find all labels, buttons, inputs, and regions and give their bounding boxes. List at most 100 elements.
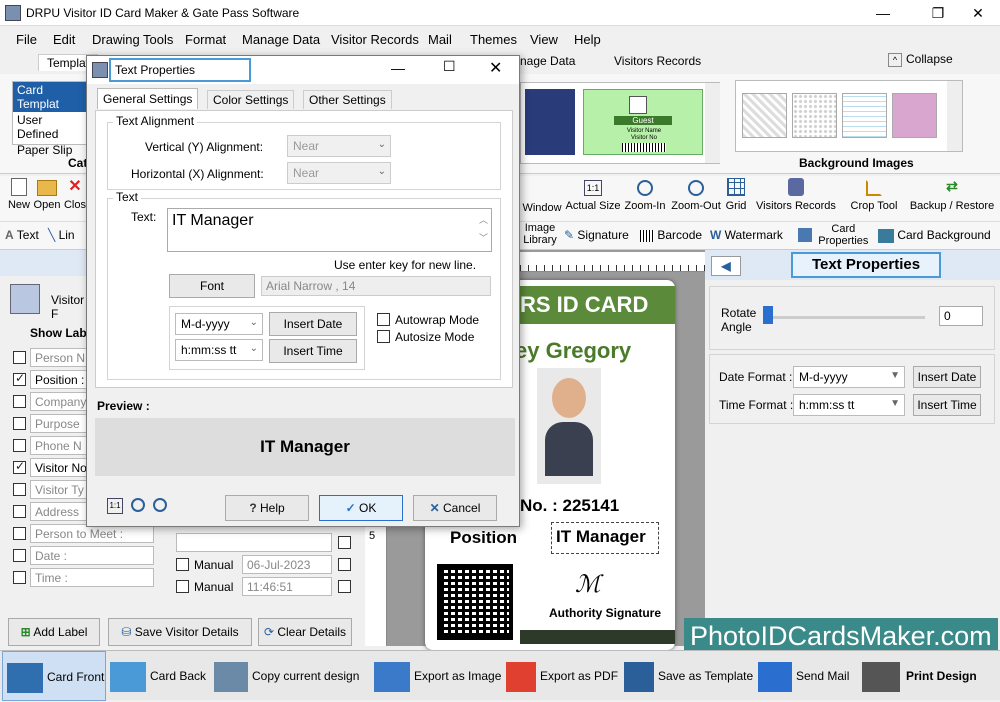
actual-size-button[interactable]: 1:1 Actual Size — [564, 178, 622, 212]
manual-time-checkbox[interactable] — [176, 580, 189, 593]
tab-visitors-records[interactable]: Visitors Records — [614, 54, 701, 68]
tab-other-settings[interactable]: Other Settings — [303, 90, 392, 109]
card-position-value[interactable]: IT Manager — [551, 522, 659, 554]
visitor-form-button[interactable]: Visitor F — [8, 282, 94, 321]
signature-tool[interactable]: ✎ Signature — [564, 228, 629, 242]
menu-view[interactable]: View — [530, 32, 558, 47]
export-image-button[interactable]: Export as Image — [374, 651, 504, 701]
insert-time-button[interactable]: Insert Time — [913, 394, 981, 416]
menu-visitor-records[interactable]: Visitor Records — [331, 32, 419, 47]
insert-date-button[interactable]: Insert Date — [913, 366, 981, 388]
collapse-button[interactable]: ^ Collapse — [888, 52, 953, 67]
line-tool[interactable]: ╲ Lin — [48, 228, 75, 242]
crop-tool-button[interactable]: Crop Tool — [846, 178, 902, 212]
template-gallery[interactable]: Guest Visitor Name Visitor No — [520, 82, 720, 164]
menu-drawing-tools[interactable]: Drawing Tools — [92, 32, 173, 47]
card-front-button[interactable]: Card Front — [2, 651, 106, 701]
manual-date-checkbox[interactable] — [176, 558, 189, 571]
card-properties-tool[interactable]: Card Properties — [798, 222, 871, 247]
send-mail-button[interactable]: Send Mail — [758, 651, 858, 701]
field-checkbox[interactable] — [13, 371, 26, 386]
ok-button[interactable]: ✓ OK — [319, 495, 403, 521]
barcode-tool[interactable]: Barcode — [640, 228, 702, 242]
autosize-checkbox[interactable] — [377, 330, 390, 343]
template-list-item[interactable]: User Defined — [13, 112, 87, 142]
backup-restore-button[interactable]: ⇄ Backup / Restore — [906, 178, 998, 212]
template-thumb[interactable]: Guest Visitor Name Visitor No — [583, 89, 703, 155]
template-list-item[interactable]: Card Templat — [13, 82, 87, 112]
menu-manage-data[interactable]: Manage Data — [242, 32, 320, 47]
font-button[interactable]: Font — [169, 274, 255, 298]
field-checkbox[interactable] — [13, 439, 26, 452]
save-template-button[interactable]: Save as Template — [624, 651, 756, 701]
dialog-insert-date-button[interactable]: Insert Date — [269, 312, 357, 336]
time-right-checkbox[interactable] — [338, 580, 351, 593]
dialog-close-button[interactable]: ✕ — [489, 58, 502, 78]
background-thumb[interactable] — [792, 93, 837, 138]
rotate-slider[interactable] — [763, 316, 925, 319]
dialog-maximize-button[interactable]: ☐ — [443, 58, 456, 75]
zoom-out-button[interactable]: Zoom-Out — [668, 178, 724, 212]
field-checkbox[interactable] — [13, 459, 26, 474]
dialog-insert-time-button[interactable]: Insert Time — [269, 339, 357, 363]
rotate-value-spinner[interactable]: 0 — [939, 306, 983, 326]
print-design-button[interactable]: Print Design — [862, 651, 998, 701]
field-checkbox[interactable] — [13, 571, 26, 584]
menu-file[interactable]: File — [16, 32, 37, 47]
autowrap-checkbox[interactable] — [377, 313, 390, 326]
field-label-input[interactable]: Date : — [30, 546, 154, 565]
image-library-tool[interactable]: Image Library — [522, 222, 558, 246]
back-arrow-button[interactable]: ◀ — [711, 256, 741, 276]
background-thumb[interactable] — [892, 93, 937, 138]
field-label-input[interactable]: Time : — [30, 568, 154, 587]
date-right-checkbox[interactable] — [338, 558, 351, 571]
text-value-input[interactable]: IT Manager ︿ ﹀ — [167, 208, 492, 252]
close-button[interactable]: ✕ — [955, 0, 1000, 26]
zoom-in-button[interactable]: Zoom-In — [622, 178, 668, 212]
gallery-scrollbar[interactable] — [705, 83, 720, 163]
field-checkbox[interactable] — [13, 527, 26, 540]
time-value-field[interactable]: 11:46:51 — [242, 577, 332, 596]
watermark-tool[interactable]: W Watermark — [710, 228, 783, 242]
minimize-button[interactable]: — — [860, 0, 906, 26]
text-tool[interactable]: A Text — [5, 228, 39, 242]
cancel-button[interactable]: ✕ Cancel — [413, 495, 497, 521]
help-button[interactable]: ? Help — [225, 495, 309, 521]
new-button[interactable]: New — [5, 178, 33, 211]
menu-mail[interactable]: Mail — [428, 32, 452, 47]
clear-details-button[interactable]: ⟳ Clear Details — [258, 618, 352, 646]
close-file-button[interactable]: ✕ Clos — [62, 178, 88, 211]
dialog-minimize-button[interactable]: — — [391, 60, 405, 76]
zoom-out-icon[interactable] — [131, 498, 145, 512]
actual-size-icon[interactable]: 1:1 — [107, 498, 123, 514]
background-thumb[interactable] — [842, 93, 887, 138]
rotate-slider-thumb[interactable] — [763, 306, 773, 324]
vertical-alignment-select[interactable]: Near ⌄ — [287, 135, 391, 157]
horizontal-alignment-select[interactable]: Near ⌄ — [287, 162, 391, 184]
background-gallery[interactable] — [735, 80, 963, 152]
window-button[interactable]: Window — [520, 202, 564, 214]
time-format-select[interactable]: h:mm:ss tt ▼ — [793, 394, 905, 416]
menu-format[interactable]: Format — [185, 32, 226, 47]
card-back-button[interactable]: Card Back — [110, 651, 210, 701]
card-background-tool[interactable]: Card Background — [878, 228, 991, 243]
date-format-dialog-select[interactable]: M-d-yyyy ⌄ — [175, 313, 263, 335]
zoom-in-icon[interactable] — [153, 498, 167, 512]
time-format-dialog-select[interactable]: h:mm:ss tt ⌄ — [175, 339, 263, 361]
add-label-button[interactable]: ⊞ Add Label — [8, 618, 100, 646]
background-scrollbar[interactable] — [947, 81, 962, 151]
background-thumb[interactable] — [742, 93, 787, 138]
date-format-select[interactable]: M-d-yyyy ▼ — [793, 366, 905, 388]
field-checkbox[interactable] — [13, 417, 26, 430]
visitors-records-button[interactable]: Visitors Records — [754, 178, 838, 212]
field-checkbox[interactable] — [13, 395, 26, 408]
tab-manage-data[interactable]: nage Data — [520, 54, 575, 68]
tab-color-settings[interactable]: Color Settings — [207, 90, 295, 109]
field-checkbox[interactable] — [13, 549, 26, 562]
copy-design-button[interactable]: Copy current design — [214, 651, 364, 701]
tab-general-settings[interactable]: General Settings — [97, 88, 199, 109]
menu-themes[interactable]: Themes — [470, 32, 517, 47]
field-checkbox[interactable] — [13, 351, 26, 364]
save-visitor-button[interactable]: ⛁ Save Visitor Details — [108, 618, 252, 646]
field-checkbox[interactable] — [13, 483, 26, 496]
